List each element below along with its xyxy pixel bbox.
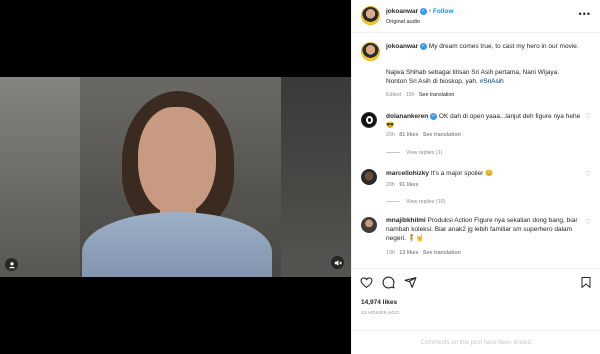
- caption-meta: Edited · 19h See translation: [386, 92, 454, 98]
- view-replies-label: View replies (10): [406, 199, 446, 205]
- author-username[interactable]: jokoanwar: [386, 8, 418, 15]
- heart-icon[interactable]: ♡: [585, 170, 591, 178]
- comment-username[interactable]: mnajibkhilmi: [386, 217, 426, 224]
- caption-text-block: jokoanwar ✓ My dream comes true, to cast…: [386, 42, 586, 51]
- hashtag-link[interactable]: #SriAsih: [480, 78, 504, 85]
- comment-time: 20h: [386, 132, 395, 138]
- speaker-muted-icon[interactable]: [331, 256, 344, 269]
- user-tag-icon[interactable]: [5, 258, 18, 271]
- caption-body: Najwa Shihab sebagai titisan Sri Asih pe…: [386, 68, 576, 86]
- caption-line2: Najwa Shihab sebagai titisan Sri Asih pe…: [386, 69, 560, 85]
- view-replies-button[interactable]: View replies (10): [386, 199, 445, 205]
- comment-see-translation[interactable]: See translation: [423, 250, 461, 256]
- caption-avatar[interactable]: [361, 42, 380, 61]
- comment-meta: 20h 81 likes See translation: [386, 132, 461, 138]
- comment-username[interactable]: dolanankeren: [386, 113, 428, 120]
- video-player[interactable]: [0, 77, 351, 277]
- comment-username[interactable]: marcellohizky: [386, 170, 429, 177]
- caption-see-translation[interactable]: See translation: [419, 92, 454, 98]
- comment-text-block: dolanankeren ✓ OK dah di open yaaa...lan…: [386, 112, 584, 130]
- caption-username[interactable]: jokoanwar: [386, 43, 418, 50]
- more-options-icon[interactable]: •••: [579, 9, 591, 19]
- caption-text: My dream comes true, to cast my hero in …: [428, 43, 579, 50]
- view-replies-line: [386, 201, 400, 203]
- verified-icon: ✓: [419, 8, 427, 15]
- original-audio-link[interactable]: Original audio: [386, 19, 420, 25]
- commenter-avatar[interactable]: [361, 169, 377, 185]
- view-replies-button[interactable]: View replies (1): [386, 150, 442, 156]
- verified-icon: ✓: [419, 42, 427, 50]
- comment-likes[interactable]: 13 likes: [399, 250, 418, 256]
- video-background-right: [281, 77, 351, 277]
- comment-likes[interactable]: 91 likes: [399, 182, 418, 188]
- comments-limited-notice: Comments on this post have been limited.: [352, 330, 600, 354]
- header-separator: •: [428, 8, 432, 16]
- heart-icon[interactable]: ♡: [585, 112, 591, 120]
- video-background-left: [0, 77, 80, 277]
- author-avatar[interactable]: [361, 6, 380, 25]
- comment-text-block: mnajibkhilmi Produksi Action Figure nya …: [386, 216, 586, 243]
- comment-time: 19h: [386, 250, 395, 256]
- video-subject-jacket: [82, 212, 272, 277]
- commenter-avatar[interactable]: [361, 217, 377, 233]
- view-replies-line: [386, 152, 400, 154]
- bookmark-icon[interactable]: [580, 276, 592, 292]
- send-icon[interactable]: [404, 276, 417, 292]
- post-side-panel: jokoanwar ✓ • Follow Original audio ••• …: [351, 0, 600, 354]
- follow-button[interactable]: Follow: [433, 8, 454, 15]
- heart-icon[interactable]: ♡: [585, 218, 591, 226]
- video-subject-face: [138, 107, 216, 215]
- commenter-avatar[interactable]: [361, 112, 377, 128]
- comment-likes[interactable]: 81 likes: [399, 132, 418, 138]
- post-date[interactable]: 23 HOURS AGO: [361, 311, 399, 316]
- comment-icon[interactable]: [382, 276, 395, 292]
- view-replies-label: View replies (1): [406, 150, 443, 156]
- post-likes-count[interactable]: 14,974 likes: [361, 299, 397, 306]
- comment-time: 20h: [386, 182, 395, 188]
- comment-text: It's a major spoiler 😊: [430, 170, 494, 177]
- caption-time: Edited · 19h: [386, 92, 415, 98]
- post-media: [0, 0, 351, 354]
- verified-icon: ✓: [430, 112, 438, 120]
- comment-meta: 20h 91 likes: [386, 182, 418, 188]
- comment-text-block: marcellohizky It's a major spoiler 😊: [386, 169, 584, 178]
- post-header: jokoanwar ✓ • Follow Original audio •••: [352, 0, 600, 33]
- comment-meta: 19h 13 likes See translation: [386, 250, 461, 256]
- comment-see-translation[interactable]: See translation: [423, 132, 461, 138]
- heart-icon[interactable]: [360, 276, 373, 292]
